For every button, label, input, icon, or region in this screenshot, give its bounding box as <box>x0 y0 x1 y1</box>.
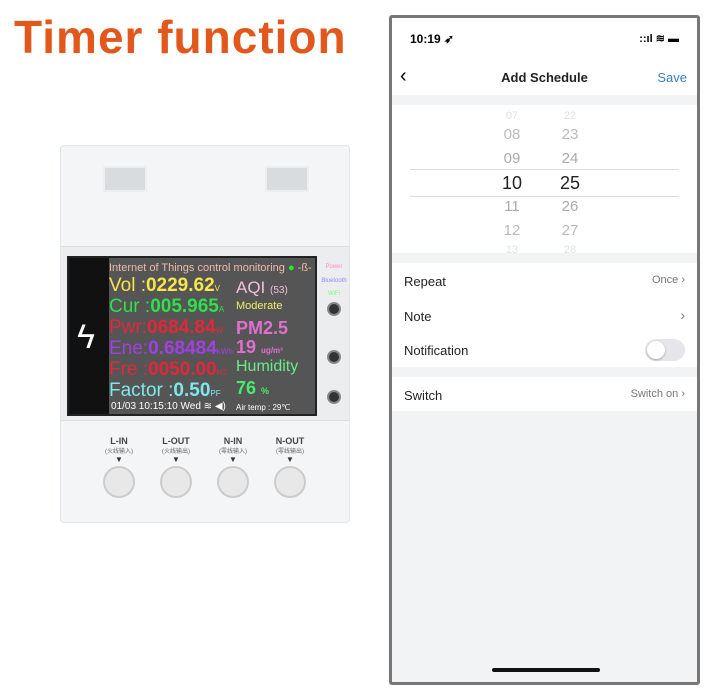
wifi-led: WiFi <box>328 291 340 297</box>
air-temp: Air temp : 29℃ <box>236 403 291 412</box>
nav-title: Add Schedule <box>501 70 588 85</box>
reading-row: Vol :0229.62V <box>109 275 220 297</box>
screen-header: Internet of Things control monitoring <box>109 262 285 274</box>
menu-button[interactable] <box>327 350 341 364</box>
reading-value: 0050.00 <box>148 359 217 380</box>
device-screen: ϟ Internet of Things control monitoring … <box>67 256 317 416</box>
picker-item[interactable]: 26 <box>550 195 590 219</box>
screen-datetime: 01/03 10:15:10 Wed ≋ ◀) <box>111 401 226 412</box>
reading-value: 0.68484 <box>148 338 217 359</box>
screw-icon <box>217 466 249 498</box>
time-picker[interactable]: 07 08 09 10 11 12 13 22 23 24 25 26 27 28 <box>392 105 697 256</box>
picker-item[interactable]: 13 <box>492 243 532 257</box>
reading-label: Pwr: <box>109 317 147 338</box>
pm-label: PM2.5 <box>236 318 289 338</box>
aqi-label: AQI (53) <box>236 278 288 297</box>
screw-icon <box>103 466 135 498</box>
reading-row: Cur :005.965A <box>109 296 224 318</box>
terminal: N-IN (零线输入) ▼ <box>205 436 261 498</box>
minute-wheel[interactable]: 22 23 24 25 26 27 28 <box>550 109 590 257</box>
reading-row: Ene:0.68484kWh <box>109 338 233 360</box>
reading-unit: kWh <box>216 347 233 356</box>
reading-label: Ene: <box>109 338 149 359</box>
picker-item[interactable]: 28 <box>550 243 590 257</box>
plus-button[interactable] <box>327 302 341 316</box>
note-row[interactable]: Note › <box>392 298 697 333</box>
reading-unit: PF <box>210 389 221 398</box>
bluetooth-led: Bluetooth <box>321 278 347 284</box>
terminal-label-cn: (零线输入) <box>219 449 247 455</box>
switch-row[interactable]: Switch Switch on › <box>392 377 697 412</box>
picker-item[interactable]: 08 <box>492 123 532 147</box>
terminal-name: L-IN <box>110 436 128 446</box>
reading-row: Pwr:0684.84W <box>109 317 223 339</box>
switch-section: Switch Switch on › <box>392 376 697 412</box>
reading-unit: W <box>215 326 224 335</box>
home-indicator <box>492 668 600 672</box>
picker-item[interactable]: 11 <box>492 195 532 219</box>
terminal-label-cn: (零线输出) <box>276 449 304 455</box>
reading-value: 005.965 <box>150 296 219 317</box>
humidity-label: Humidity <box>236 358 299 375</box>
picker-item[interactable]: 12 <box>492 219 532 243</box>
reading-label: Vol : <box>109 275 146 296</box>
picker-item[interactable]: 10 <box>492 171 532 195</box>
device-window <box>265 166 309 192</box>
reading-value: 0684.84 <box>147 317 216 338</box>
terminal-name: N-OUT <box>275 436 305 446</box>
reading-unit: HZ <box>216 368 228 377</box>
notification-row: Notification <box>392 332 697 367</box>
status-bar: 10:19 ➶ ::ıl ≋ ▬ <box>392 18 697 60</box>
reading-label: Cur : <box>109 296 151 317</box>
minus-button[interactable] <box>327 390 341 404</box>
reading-label: Fre : <box>109 359 149 380</box>
picker-item[interactable]: 09 <box>492 147 532 171</box>
notification-toggle[interactable] <box>645 339 685 361</box>
pm-value: 19 ug/m³ <box>236 337 283 357</box>
relay-symbol: -ß- <box>297 262 312 274</box>
lightning-icon: ϟ <box>77 318 95 356</box>
terminal: N-OUT (零线输出) ▼ <box>262 436 318 498</box>
terminal-name: N-IN <box>223 436 243 446</box>
page-title: Timer function <box>14 11 347 63</box>
reading-value: 0229.62 <box>145 275 215 296</box>
terminal: L-IN (火线输入) ▼ <box>91 436 147 498</box>
humidity-value: 76 % <box>236 378 270 398</box>
switch-state: ON <box>315 262 316 274</box>
device-window <box>103 166 147 192</box>
reading-row: Factor :0.50PF <box>109 380 221 402</box>
aqi-level: Moderate <box>236 300 283 312</box>
terminal-label-cn: (火线输入) <box>105 449 133 455</box>
reading-unit: V <box>214 284 221 293</box>
schedule-options: Repeat Once › Note › Notification <box>392 263 697 367</box>
clock: 10:19 ➶ <box>410 32 455 46</box>
screw-icon <box>160 466 192 498</box>
reading-label: Factor : <box>109 380 174 401</box>
energy-meter-device: ϟ Internet of Things control monitoring … <box>60 145 350 523</box>
picker-item[interactable]: 07 <box>492 109 532 123</box>
phone-screen: 10:19 ➶ ::ıl ≋ ▬ ‹ Add Schedule Save 07 0… <box>389 15 700 685</box>
terminal-label-cn: (火线输出) <box>162 449 190 455</box>
screw-icon <box>274 466 306 498</box>
picker-item[interactable]: 23 <box>550 123 590 147</box>
picker-item[interactable]: 22 <box>550 109 590 123</box>
picker-item[interactable]: 24 <box>550 147 590 171</box>
reading-unit: A <box>218 305 225 314</box>
picker-item[interactable]: 27 <box>550 219 590 243</box>
nav-bar: ‹ Add Schedule Save <box>392 60 697 95</box>
picker-item[interactable]: 25 <box>550 171 590 195</box>
terminal-name: L-OUT <box>162 436 190 446</box>
reading-value: 0.50 <box>173 380 211 401</box>
status-icons: ::ıl ≋ ▬ <box>639 33 679 45</box>
hour-wheel[interactable]: 07 08 09 10 11 12 13 <box>492 109 532 257</box>
terminal: L-OUT (火线输出) ▼ <box>148 436 204 498</box>
repeat-row[interactable]: Repeat Once › <box>392 263 697 298</box>
save-button[interactable]: Save <box>657 70 687 85</box>
reading-row: Fre :0050.00HZ <box>109 359 227 381</box>
power-led: Power <box>325 264 343 270</box>
